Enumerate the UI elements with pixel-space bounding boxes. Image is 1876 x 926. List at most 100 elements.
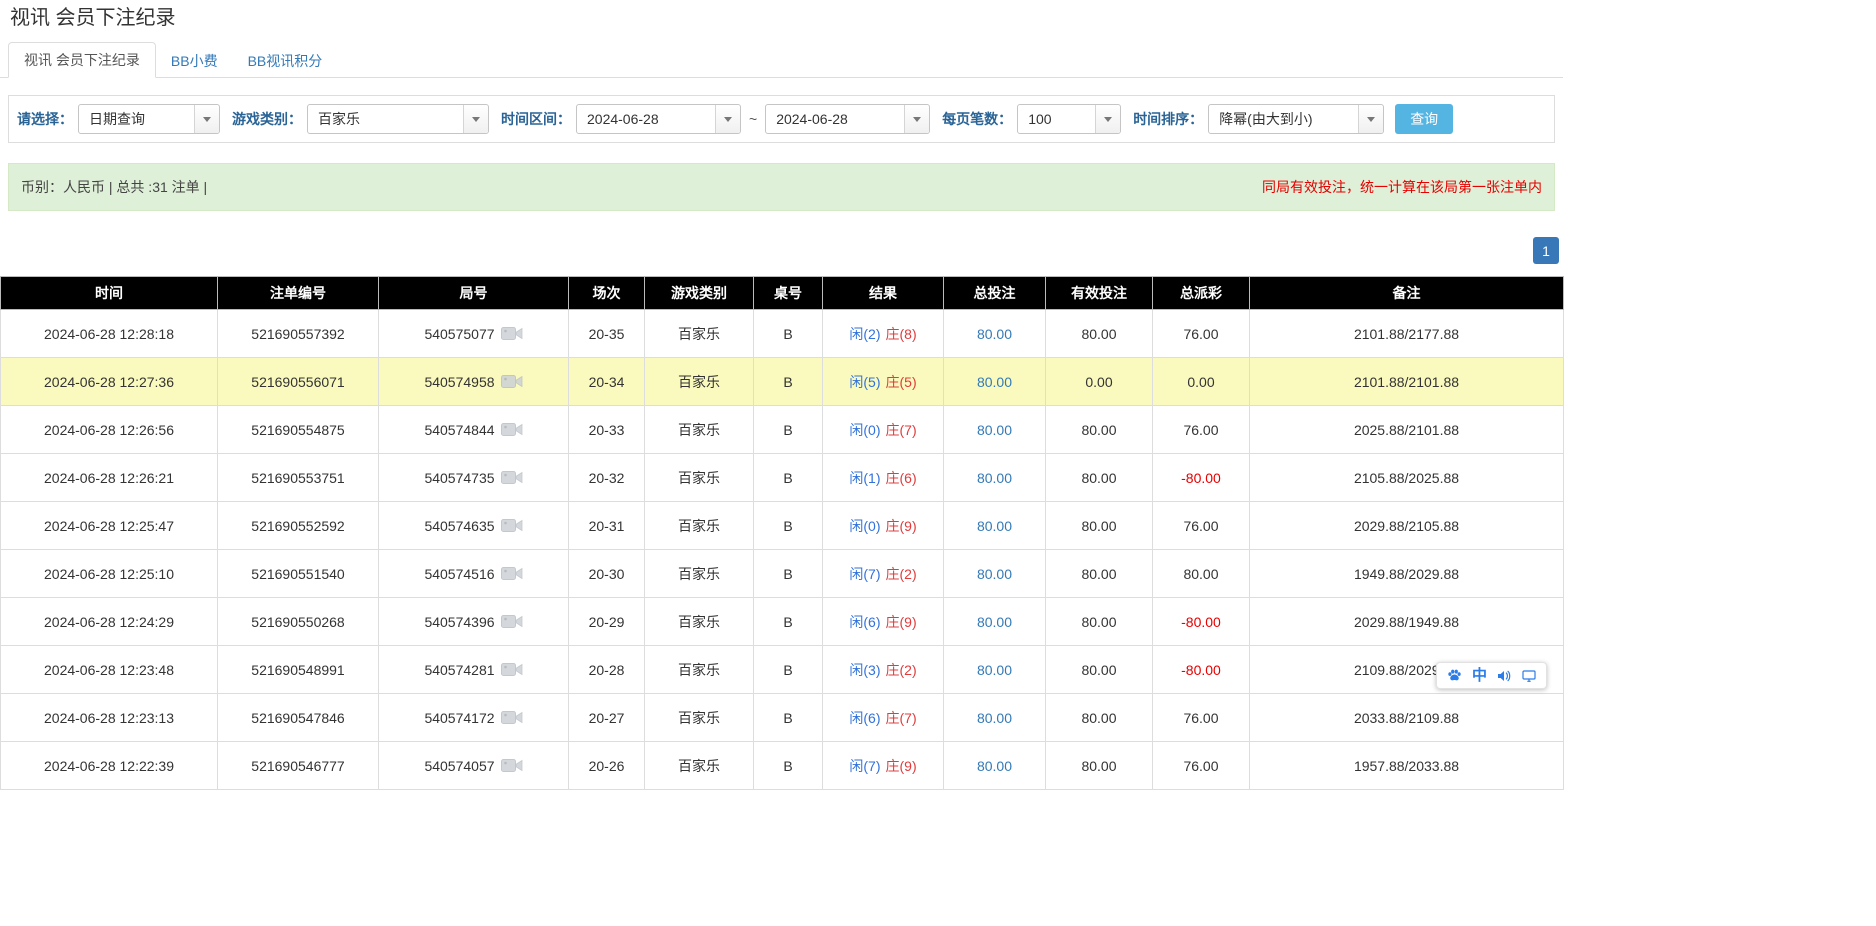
replay-video-icon[interactable] xyxy=(501,757,523,774)
valid-bet-cell: 80.00 xyxy=(1046,646,1153,694)
date-type-value: 日期查询 xyxy=(79,109,194,129)
note-cell: 2105.88/2025.88 xyxy=(1250,454,1564,502)
table-row: 2024-06-28 12:27:36521690556071540574958… xyxy=(1,358,1564,406)
session-cell: 20-35 xyxy=(569,310,645,358)
valid-bet-cell: 80.00 xyxy=(1046,310,1153,358)
total-bet-cell[interactable]: 80.00 xyxy=(944,646,1046,694)
filter-group-sort: 时间排序： 降幂(由大到小) xyxy=(1133,104,1384,134)
replay-video-icon[interactable] xyxy=(501,469,523,486)
round-id-cell: 540574516 xyxy=(379,550,569,598)
pagination-page-1[interactable]: 1 xyxy=(1533,237,1559,264)
date-to-value: 2024-06-28 xyxy=(766,111,904,127)
total-bet-cell[interactable]: 80.00 xyxy=(944,310,1046,358)
round-id-cell: 540575077 xyxy=(379,310,569,358)
replay-video-icon[interactable] xyxy=(501,421,523,438)
replay-video-icon[interactable] xyxy=(501,565,523,582)
total-bet-cell[interactable]: 80.00 xyxy=(944,550,1046,598)
total-bet-link[interactable]: 80.00 xyxy=(977,518,1012,534)
note-cell: 2101.88/2177.88 xyxy=(1250,310,1564,358)
total-bet-cell[interactable]: 80.00 xyxy=(944,358,1046,406)
result-player: 闲(0) xyxy=(849,422,880,438)
total-bet-link[interactable]: 80.00 xyxy=(977,758,1012,774)
table-row: 2024-06-28 12:28:18521690557392540575077… xyxy=(1,310,1564,358)
tab-bb-tip[interactable]: BB小费 xyxy=(156,44,233,78)
replay-video-icon[interactable] xyxy=(501,517,523,534)
round-id: 540574057 xyxy=(424,758,494,774)
date-to-select[interactable]: 2024-06-28 xyxy=(765,104,930,134)
round-id-cell: 540574735 xyxy=(379,454,569,502)
bet-time-cell: 2024-06-28 12:26:56 xyxy=(1,406,218,454)
valid-bet-cell: 80.00 xyxy=(1046,454,1153,502)
round-id-cell: 540574635 xyxy=(379,502,569,550)
replay-video-icon[interactable] xyxy=(501,373,523,390)
result-player: 闲(6) xyxy=(849,614,880,630)
game-category-label: 游戏类别： xyxy=(232,109,302,129)
date-from-select[interactable]: 2024-06-28 xyxy=(576,104,741,134)
bet-time-cell: 2024-06-28 12:28:18 xyxy=(1,310,218,358)
bet-time-cell: 2024-06-28 12:22:39 xyxy=(1,742,218,790)
total-bet-cell[interactable]: 80.00 xyxy=(944,406,1046,454)
game-category-cell: 百家乐 xyxy=(645,598,754,646)
session-cell: 20-29 xyxy=(569,598,645,646)
total-bet-cell[interactable]: 80.00 xyxy=(944,502,1046,550)
round-id-content: 540574057 xyxy=(383,757,564,774)
payout-cell: 80.00 xyxy=(1153,550,1250,598)
tab-video-bet-records[interactable]: 视讯 会员下注纪录 xyxy=(8,42,156,78)
summary-notice-bar: 币别：人民币 | 总共 :31 注单 | 同局有效投注，统一计算在该局第一张注单… xyxy=(8,163,1555,211)
round-id: 540574516 xyxy=(424,566,494,582)
result-cell: 闲(3)庄(2) xyxy=(823,646,944,694)
bet-time-cell: 2024-06-28 12:26:21 xyxy=(1,454,218,502)
table-number-cell: B xyxy=(754,742,823,790)
game-category-cell: 百家乐 xyxy=(645,358,754,406)
game-category-select[interactable]: 百家乐 xyxy=(307,104,489,134)
total-bet-link[interactable]: 80.00 xyxy=(977,326,1012,342)
records-table-wrap: 时间注单编号局号场次游戏类别桌号结果总投注有效投注总派彩备注 2024-06-2… xyxy=(0,276,1563,790)
result-banker: 庄(9) xyxy=(886,614,917,630)
replay-video-icon[interactable] xyxy=(501,661,523,678)
round-id-content: 540574635 xyxy=(383,517,564,534)
total-bet-link[interactable]: 80.00 xyxy=(977,374,1012,390)
translate-chinese-icon[interactable]: 中 xyxy=(1472,667,1487,684)
note-cell: 2101.88/2101.88 xyxy=(1250,358,1564,406)
total-bet-cell[interactable]: 80.00 xyxy=(944,742,1046,790)
total-bet-link[interactable]: 80.00 xyxy=(977,470,1012,486)
bet-id-cell: 521690556071 xyxy=(218,358,379,406)
tab-bb-video-points[interactable]: BB视讯积分 xyxy=(233,44,338,78)
table-number-cell: B xyxy=(754,550,823,598)
chevron-down-icon xyxy=(194,105,219,133)
replay-video-icon[interactable] xyxy=(501,613,523,630)
replay-video-icon[interactable] xyxy=(501,325,523,342)
total-bet-link[interactable]: 80.00 xyxy=(977,710,1012,726)
date-type-select[interactable]: 日期查询 xyxy=(78,104,220,134)
filter-panel: 请选择： 日期查询 游戏类别： 百家乐 时间区间： 2024-06-28 ~ 2… xyxy=(8,95,1555,143)
page-size-select[interactable]: 100 xyxy=(1017,104,1121,134)
total-bet-link[interactable]: 80.00 xyxy=(977,422,1012,438)
total-bet-cell[interactable]: 80.00 xyxy=(944,454,1046,502)
bet-time-cell: 2024-06-28 12:24:29 xyxy=(1,598,218,646)
total-bet-cell[interactable]: 80.00 xyxy=(944,598,1046,646)
total-bet-cell[interactable]: 80.00 xyxy=(944,694,1046,742)
payout-cell: -80.00 xyxy=(1153,646,1250,694)
replay-video-icon[interactable] xyxy=(501,709,523,726)
round-id-cell: 540574844 xyxy=(379,406,569,454)
total-bet-link[interactable]: 80.00 xyxy=(977,614,1012,630)
total-bet-link[interactable]: 80.00 xyxy=(977,566,1012,582)
session-cell: 20-32 xyxy=(569,454,645,502)
page-size-label: 每页笔数： xyxy=(942,109,1012,129)
total-bet-link[interactable]: 80.00 xyxy=(977,662,1012,678)
result-cell: 闲(7)庄(9) xyxy=(823,742,944,790)
column-header: 场次 xyxy=(569,277,645,310)
table-number-cell: B xyxy=(754,454,823,502)
paw-icon[interactable] xyxy=(1446,667,1463,684)
round-id-content: 540574172 xyxy=(383,709,564,726)
speaker-icon[interactable] xyxy=(1496,668,1512,684)
chevron-down-icon xyxy=(1095,105,1120,133)
valid-bet-rule-notice: 同局有效投注，统一计算在该局第一张注单内 xyxy=(1262,177,1542,197)
valid-bet-cell: 80.00 xyxy=(1046,406,1153,454)
screen-icon[interactable] xyxy=(1521,668,1537,684)
payout-cell: 76.00 xyxy=(1153,694,1250,742)
round-id: 540574844 xyxy=(424,422,494,438)
bet-id-cell: 521690548991 xyxy=(218,646,379,694)
search-button[interactable]: 查询 xyxy=(1395,104,1453,134)
sort-order-select[interactable]: 降幂(由大到小) xyxy=(1208,104,1384,134)
